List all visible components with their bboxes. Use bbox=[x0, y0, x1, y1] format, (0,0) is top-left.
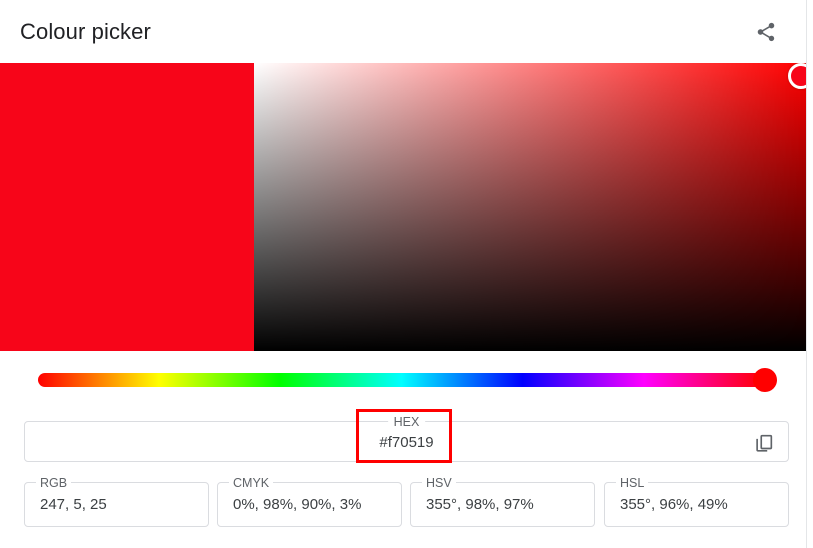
hue-slider-thumb[interactable] bbox=[753, 368, 777, 392]
rgb-field-label: RGB bbox=[36, 475, 72, 491]
hue-slider-track[interactable] bbox=[38, 373, 765, 387]
app-header: Colour picker bbox=[0, 0, 807, 63]
hsv-field-label: HSV bbox=[422, 475, 456, 491]
hsv-field[interactable]: HSV 355°, 98%, 97% bbox=[410, 475, 595, 527]
cmyk-field[interactable]: CMYK 0%, 98%, 90%, 3% bbox=[217, 475, 402, 527]
cmyk-field-label: CMYK bbox=[229, 475, 274, 491]
page-title: Colour picker bbox=[20, 19, 151, 44]
hsl-field-label: HSL bbox=[616, 475, 649, 491]
share-button[interactable] bbox=[748, 14, 784, 50]
saturation-value-field[interactable] bbox=[254, 63, 806, 351]
hue-slider-row bbox=[0, 351, 807, 409]
hex-field-value: #f70519 bbox=[379, 434, 434, 451]
saturation-value-handle[interactable] bbox=[788, 63, 806, 89]
hsl-field[interactable]: HSL 355°, 96%, 49% bbox=[604, 475, 789, 527]
copy-hex-button[interactable] bbox=[750, 429, 778, 457]
hsl-field-value: 355°, 96%, 49% bbox=[620, 496, 728, 513]
rgb-field[interactable]: RGB 247, 5, 25 bbox=[24, 475, 209, 527]
hex-field[interactable]: HEX #f70519 bbox=[24, 414, 789, 462]
value-gradient-layer bbox=[254, 63, 806, 351]
cmyk-field-value: 0%, 98%, 90%, 3% bbox=[233, 496, 362, 513]
share-icon bbox=[755, 21, 777, 43]
hsv-field-value: 355°, 98%, 97% bbox=[426, 496, 534, 513]
rgb-field-value: 247, 5, 25 bbox=[40, 496, 107, 513]
panel-right-edge bbox=[806, 0, 807, 548]
current-colour-swatch bbox=[0, 63, 254, 351]
hex-field-label: HEX bbox=[387, 414, 426, 430]
saturation-value-area bbox=[0, 63, 807, 351]
copy-icon bbox=[753, 432, 775, 454]
colour-picker-app: Colour picker HEX #f70519 RGB 247, 5, 25… bbox=[0, 0, 813, 548]
